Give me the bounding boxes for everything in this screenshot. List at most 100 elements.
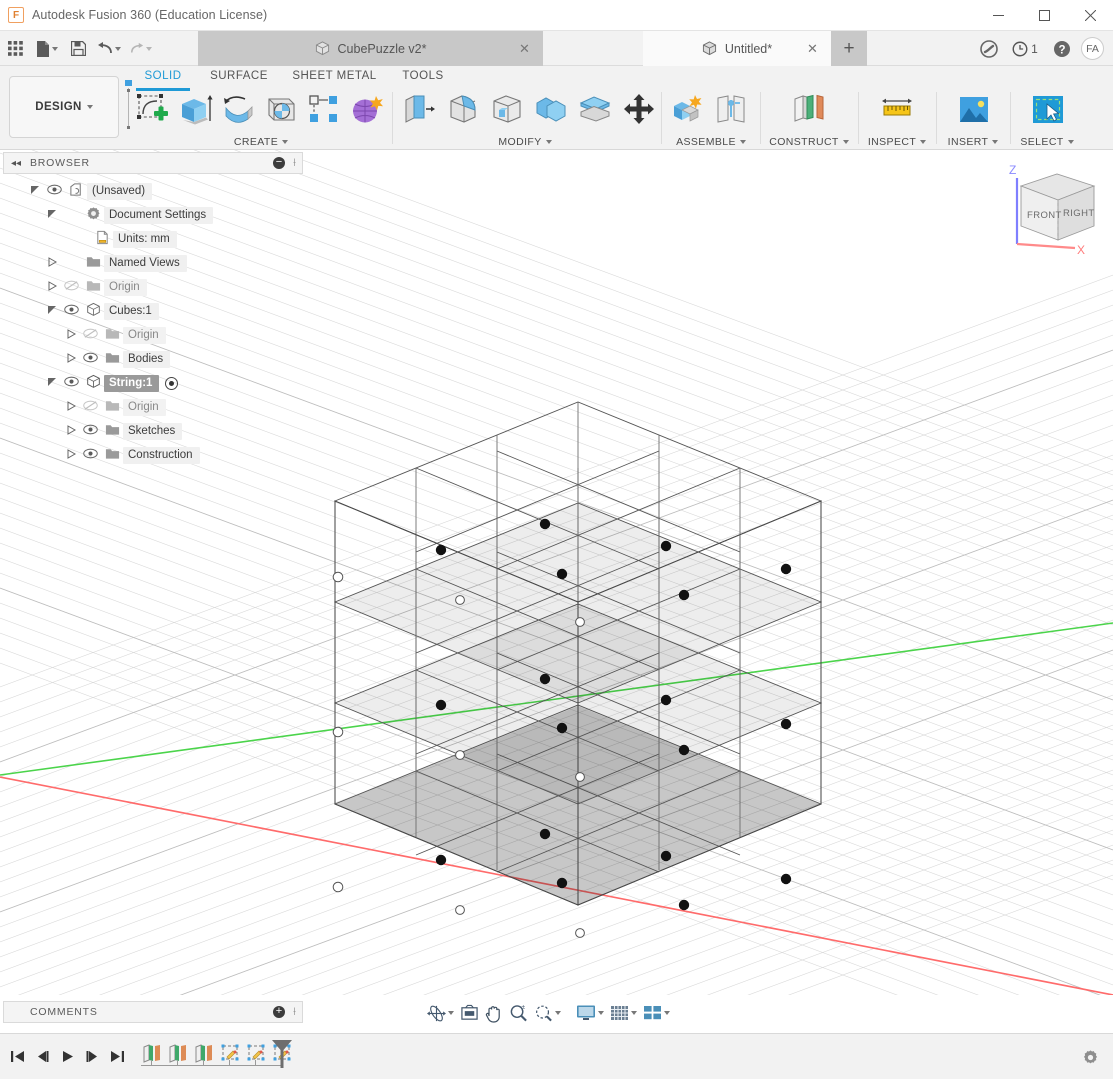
undo-icon[interactable] [92, 31, 126, 66]
new-tab-button[interactable]: + [831, 31, 867, 66]
visibility-eye-icon[interactable] [79, 424, 101, 438]
tree-node-named-views[interactable]: Named Views [26, 251, 296, 275]
new-file-icon[interactable] [30, 31, 64, 66]
measure-icon[interactable] [875, 87, 919, 131]
tree-node-bodies[interactable]: Bodies [26, 347, 296, 371]
view-cube[interactable]: Z X FRONT RIGHT [995, 158, 1105, 263]
maximize-button[interactable] [1021, 0, 1067, 31]
visibility-eye-icon[interactable] [60, 376, 82, 390]
viewports-icon[interactable] [640, 1000, 673, 1026]
help-icon[interactable]: ? [1045, 31, 1078, 66]
redo-icon[interactable] [126, 31, 156, 66]
display-settings-icon[interactable] [573, 1000, 607, 1026]
pattern-icon[interactable] [303, 87, 346, 131]
fillet-icon[interactable] [441, 87, 485, 131]
expander-collapsed-icon[interactable] [62, 353, 79, 366]
tree-node-cubes-origin[interactable]: Origin [26, 323, 296, 347]
fit-icon[interactable] [531, 1000, 564, 1026]
ribbon-tab-solid[interactable]: SOLID [130, 66, 196, 86]
orbit-icon[interactable] [424, 1000, 457, 1026]
sweep-icon[interactable] [260, 87, 303, 131]
look-at-icon[interactable] [457, 1000, 482, 1026]
zoom-icon[interactable]: ± [506, 1000, 531, 1026]
expander-collapsed-icon[interactable] [62, 425, 79, 438]
combine-icon[interactable] [529, 87, 573, 131]
tree-node-unsaved[interactable]: (Unsaved) [26, 179, 296, 203]
joint-icon[interactable] [709, 87, 753, 131]
skip-start-icon[interactable] [5, 1045, 30, 1067]
close-button[interactable] [1067, 0, 1113, 31]
sketch-feature-icon[interactable] [218, 1040, 244, 1066]
timeline-playhead[interactable] [270, 1039, 294, 1069]
job-status-icon[interactable]: 1 [1005, 31, 1045, 66]
skip-end-icon[interactable] [105, 1045, 130, 1067]
plane-feature-icon[interactable] [140, 1040, 166, 1066]
pan-icon[interactable] [482, 1000, 506, 1026]
tree-node-string[interactable]: String:1 [26, 371, 296, 395]
expander-collapsed-icon[interactable] [43, 257, 60, 270]
revolve-icon[interactable] [217, 87, 260, 131]
insert-image-icon[interactable] [952, 87, 996, 131]
save-icon[interactable] [64, 31, 92, 66]
tree-node-construction[interactable]: Construction [26, 443, 296, 467]
document-tab-close-icon[interactable]: ✕ [806, 42, 819, 55]
tree-node-sketches[interactable]: Sketches [26, 419, 296, 443]
add-comment-icon[interactable]: + [273, 1006, 285, 1018]
expander-expanded-icon[interactable] [43, 305, 60, 318]
press-pull-icon[interactable] [397, 87, 441, 131]
tree-node-origin-root[interactable]: Origin [26, 275, 296, 299]
visibility-eye-hidden-icon[interactable] [79, 328, 101, 342]
gear-icon[interactable] [1077, 1045, 1103, 1069]
visibility-eye-hidden-icon[interactable] [79, 400, 101, 414]
document-tab-close-icon[interactable]: ✕ [518, 42, 531, 55]
visibility-eye-icon[interactable] [79, 448, 101, 462]
shell-icon[interactable] [485, 87, 529, 131]
collapse-panel-icon[interactable]: ◂◂ [11, 158, 21, 169]
expander-expanded-icon[interactable] [26, 185, 43, 198]
create-sketch-icon[interactable] [132, 87, 175, 131]
visibility-eye-icon[interactable] [60, 304, 82, 318]
extensions-icon[interactable] [972, 31, 1005, 66]
tree-node-cubes[interactable]: Cubes:1 [26, 299, 296, 323]
form-icon[interactable] [345, 87, 388, 131]
ribbon-tab-tools[interactable]: TOOLS [387, 66, 459, 86]
timeline-rail[interactable] [141, 1065, 281, 1066]
move-copy-icon[interactable] [617, 87, 661, 131]
extrude-icon[interactable] [175, 87, 218, 131]
offset-face-icon[interactable] [573, 87, 617, 131]
sketch-feature-icon[interactable] [244, 1040, 270, 1066]
expander-collapsed-icon[interactable] [62, 401, 79, 414]
play-icon[interactable] [55, 1045, 80, 1067]
grid-snaps-icon[interactable] [607, 1000, 640, 1026]
offset-plane-icon[interactable] [787, 87, 831, 131]
panel-select-label[interactable]: SELECT [1013, 136, 1081, 148]
plane-feature-icon[interactable] [192, 1040, 218, 1066]
activate-component-radio[interactable] [165, 377, 178, 390]
panel-insert-label[interactable]: INSERT [939, 136, 1007, 148]
visibility-eye-icon[interactable] [79, 352, 101, 366]
expander-collapsed-icon[interactable] [62, 449, 79, 462]
expander-collapsed-icon[interactable] [62, 329, 79, 342]
plane-feature-icon[interactable] [166, 1040, 192, 1066]
tree-node-units[interactable]: Units: mm [26, 227, 296, 251]
visibility-eye-hidden-icon[interactable] [60, 280, 82, 294]
expander-expanded-icon[interactable] [43, 377, 60, 390]
new-component-icon[interactable] [665, 87, 709, 131]
app-grid-icon[interactable] [0, 31, 30, 66]
panel-inspect-label[interactable]: INSPECT [861, 136, 933, 148]
avatar[interactable]: FA [1081, 37, 1104, 60]
panel-construct-label[interactable]: CONSTRUCT [763, 136, 855, 148]
step-forward-icon[interactable] [80, 1045, 105, 1067]
tree-node-document-settings[interactable]: Document Settings [26, 203, 296, 227]
workspace-switcher-button[interactable]: DESIGN [9, 76, 119, 138]
expander-expanded-icon[interactable] [43, 209, 60, 222]
select-window-icon[interactable] [1026, 87, 1070, 131]
browser-collapse-all-icon[interactable]: − [273, 157, 285, 169]
minimize-button[interactable] [975, 0, 1021, 31]
browser-resize-grip[interactable]: ⟊ [293, 157, 296, 170]
document-tab-cubepuzzle[interactable]: CubePuzzle v2* ✕ [198, 31, 543, 66]
step-back-icon[interactable] [30, 1045, 55, 1067]
expander-collapsed-icon[interactable] [43, 281, 60, 294]
panel-modify-label[interactable]: MODIFY [437, 136, 613, 148]
ribbon-tab-sheet-metal[interactable]: SHEET METAL [282, 66, 387, 86]
